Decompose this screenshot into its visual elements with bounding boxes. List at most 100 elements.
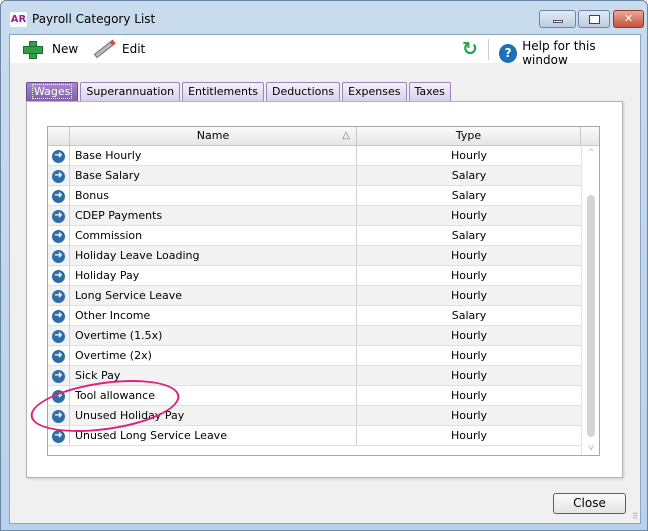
- zoom-arrow-icon[interactable]: ➜: [52, 350, 65, 363]
- table-row[interactable]: ➜ Bonus Salary: [48, 186, 581, 206]
- table-row[interactable]: ➜ Commission Salary: [48, 226, 581, 246]
- row-icon-cell: ➜: [48, 186, 70, 205]
- tab-panel-wages: Name △ Type ➜ Base Hourly Hourly ➜ Base Salar…: [26, 101, 623, 478]
- row-icon-cell: ➜: [48, 366, 70, 385]
- type-cell: Salary: [451, 229, 487, 242]
- sort-ascending-icon: △: [342, 130, 350, 141]
- edit-button[interactable]: Edit: [92, 40, 145, 59]
- zoom-arrow-icon[interactable]: ➜: [52, 170, 65, 183]
- minimize-button[interactable]: [539, 10, 576, 28]
- name-cell: Holiday Pay: [70, 266, 357, 285]
- row-icon-cell: ➜: [48, 346, 70, 365]
- name-cell: CDEP Payments: [70, 206, 357, 225]
- tab-entitlements[interactable]: Entitlements: [182, 82, 265, 101]
- zoom-arrow-icon[interactable]: ➜: [52, 310, 65, 323]
- table-row[interactable]: ➜ Overtime (2x) Hourly: [48, 346, 581, 366]
- zoom-arrow-icon[interactable]: ➜: [52, 430, 65, 443]
- row-icon-cell: ➜: [48, 166, 70, 185]
- title-bar[interactable]: AR Payroll Category List ✕: [1, 1, 647, 34]
- type-cell: Hourly: [450, 389, 488, 402]
- row-icon-cell: ➜: [48, 306, 70, 325]
- table-row[interactable]: ➜ Base Hourly Hourly: [48, 146, 581, 166]
- table-row[interactable]: ➜ Holiday Pay Hourly: [48, 266, 581, 286]
- type-cell: Hourly: [450, 409, 488, 422]
- resize-grip-icon[interactable]: ⠿: [632, 512, 638, 521]
- type-cell: Salary: [451, 309, 487, 322]
- row-icon-cell: ➜: [48, 406, 70, 425]
- name-cell: Sick Pay: [70, 366, 357, 385]
- scrollbar-thumb[interactable]: [587, 195, 595, 437]
- window-title: Payroll Category List: [32, 12, 156, 26]
- name-cell: Base Hourly: [70, 146, 357, 165]
- name-cell: Unused Long Service Leave: [70, 426, 357, 445]
- toolbar: New Edit ↻ ? Help for this window: [10, 35, 640, 67]
- table-row[interactable]: ➜ Unused Long Service Leave Hourly: [48, 426, 581, 446]
- help-button[interactable]: ? Help for this window: [499, 39, 640, 67]
- minimize-icon: [553, 20, 563, 23]
- table-row[interactable]: ➜ Tool allowance Hourly: [48, 386, 581, 406]
- row-icon-cell: ➜: [48, 226, 70, 245]
- tab-wages[interactable]: Wages: [26, 82, 79, 101]
- close-button[interactable]: Close: [553, 493, 626, 514]
- column-header-type[interactable]: Type: [357, 127, 581, 146]
- plus-icon: [22, 40, 43, 59]
- zoom-arrow-icon[interactable]: ➜: [52, 290, 65, 303]
- refresh-icon[interactable]: ↻: [462, 39, 478, 59]
- tab-label: Wages: [32, 84, 73, 99]
- tab-superannuation[interactable]: Superannuation: [80, 82, 181, 101]
- name-cell: Bonus: [70, 186, 357, 205]
- table-row[interactable]: ➜ Overtime (1.5x) Hourly: [48, 326, 581, 346]
- grid-rows: ➜ Base Hourly Hourly ➜ Base Salary Salary ➜ Bon…: [48, 146, 581, 446]
- row-icon-cell: ➜: [48, 426, 70, 445]
- table-row[interactable]: ➜ Holiday Leave Loading Hourly: [48, 246, 581, 266]
- zoom-arrow-icon[interactable]: ➜: [52, 230, 65, 243]
- tab-expenses[interactable]: Expenses: [342, 82, 407, 101]
- close-window-button[interactable]: ✕: [613, 10, 644, 28]
- new-button[interactable]: New: [22, 40, 78, 59]
- name-cell: Commission: [70, 226, 357, 245]
- scroll-down-icon[interactable]: v: [582, 443, 600, 453]
- type-cell: Hourly: [450, 209, 488, 222]
- help-label: Help for this window: [522, 39, 596, 67]
- scroll-up-icon[interactable]: ^: [582, 148, 600, 158]
- vertical-scrollbar[interactable]: ^ v: [581, 146, 599, 455]
- name-cell: Holiday Leave Loading: [70, 246, 357, 265]
- zoom-arrow-icon[interactable]: ➜: [52, 150, 65, 163]
- zoom-arrow-icon[interactable]: ➜: [52, 390, 65, 403]
- name-cell: Overtime (1.5x): [70, 326, 357, 345]
- zoom-arrow-icon[interactable]: ➜: [52, 190, 65, 203]
- row-icon-cell: ➜: [48, 146, 70, 165]
- row-icon-cell: ➜: [48, 286, 70, 305]
- payroll-category-grid: Name △ Type ➜ Base Hourly Hourly ➜ Base Salar…: [47, 126, 600, 456]
- type-cell: Salary: [451, 189, 487, 202]
- zoom-arrow-icon[interactable]: ➜: [52, 270, 65, 283]
- table-row[interactable]: ➜ Long Service Leave Hourly: [48, 286, 581, 306]
- tab-strip: Wages Superannuation Entitlements Deduct…: [26, 82, 453, 101]
- tab-taxes[interactable]: Taxes: [408, 82, 451, 101]
- table-row[interactable]: ➜ Other Income Salary: [48, 306, 581, 326]
- table-row[interactable]: ➜ Base Salary Salary: [48, 166, 581, 186]
- zoom-arrow-icon[interactable]: ➜: [52, 410, 65, 423]
- type-cell: Hourly: [450, 269, 488, 282]
- maximize-button[interactable]: [578, 10, 610, 28]
- tab-deductions[interactable]: Deductions: [266, 82, 341, 101]
- table-row[interactable]: ➜ Sick Pay Hourly: [48, 366, 581, 386]
- maximize-icon: [589, 15, 600, 24]
- type-cell: Hourly: [450, 329, 488, 342]
- zoom-arrow-icon[interactable]: ➜: [52, 330, 65, 343]
- zoom-arrow-icon[interactable]: ➜: [52, 210, 65, 223]
- column-header-icon: [48, 127, 70, 146]
- type-cell: Hourly: [450, 249, 488, 262]
- help-icon: ?: [499, 43, 518, 63]
- name-cell: Long Service Leave: [70, 286, 357, 305]
- column-header-name[interactable]: Name △: [70, 127, 357, 146]
- row-icon-cell: ➜: [48, 246, 70, 265]
- window-client: New Edit ↻ ? Help for this window Wages …: [9, 34, 641, 524]
- payroll-category-list-window: AR Payroll Category List ✕ New Edit ↻ ? …: [0, 0, 648, 531]
- zoom-arrow-icon[interactable]: ➜: [52, 370, 65, 383]
- close-icon: ✕: [623, 12, 634, 25]
- table-row[interactable]: ➜ CDEP Payments Hourly: [48, 206, 581, 226]
- table-row[interactable]: ➜ Unused Holiday Pay Hourly: [48, 406, 581, 426]
- type-cell: Hourly: [450, 349, 488, 362]
- zoom-arrow-icon[interactable]: ➜: [52, 250, 65, 263]
